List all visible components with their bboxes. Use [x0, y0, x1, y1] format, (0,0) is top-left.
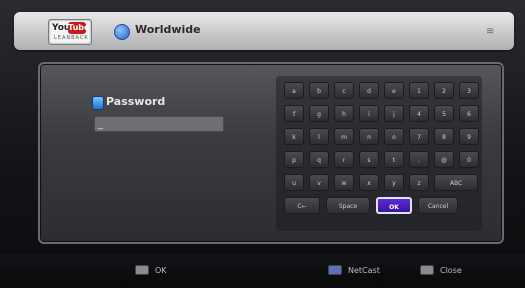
key-3[interactable]: 3 [459, 82, 479, 99]
key-e[interactable]: e [384, 82, 404, 99]
key-b[interactable]: b [309, 82, 329, 99]
key-w[interactable]: w [334, 174, 354, 191]
key-1[interactable]: 1 [409, 82, 429, 99]
ok-key-icon [135, 265, 149, 275]
key-abc[interactable]: ABC [434, 174, 478, 191]
key-n[interactable]: n [359, 128, 379, 145]
key-s[interactable]: s [359, 151, 379, 168]
key-6[interactable]: 6 [459, 105, 479, 122]
key-q[interactable]: q [309, 151, 329, 168]
key-8[interactable]: 8 [434, 128, 454, 145]
key-v[interactable]: v [309, 174, 329, 191]
key-cancel[interactable]: Cancel [418, 197, 458, 214]
key-k[interactable]: k [284, 128, 304, 145]
key-2[interactable]: 2 [434, 82, 454, 99]
footer-netcast[interactable]: NetCast [328, 264, 380, 276]
key-o[interactable]: o [384, 128, 404, 145]
key-0[interactable]: 0 [459, 151, 479, 168]
key-f[interactable]: f [284, 105, 304, 122]
key-m[interactable]: m [334, 128, 354, 145]
key-p[interactable]: p [284, 151, 304, 168]
youtube-logo-sub: LEANBACK [54, 35, 89, 41]
key-a[interactable]: a [284, 82, 304, 99]
blue-key-icon [328, 265, 342, 275]
key-space[interactable]: Space [326, 197, 370, 214]
globe-icon [114, 24, 130, 40]
key-c[interactable]: c [334, 82, 354, 99]
key-u[interactable]: u [284, 174, 304, 191]
key-9[interactable]: 9 [459, 128, 479, 145]
key-c[interactable]: C← [284, 197, 320, 214]
tv-screen: You Tube LEANBACK Worldwide ≋ Password _… [0, 0, 525, 288]
password-dialog: Password _ abcde123 fghij456 klmno789 pqrst… [38, 62, 504, 244]
footer-close-label: Close [440, 265, 462, 275]
key-y[interactable]: y [384, 174, 404, 191]
youtube-logo: You Tube LEANBACK [48, 19, 92, 45]
password-input[interactable]: _ [94, 116, 224, 132]
key-t[interactable]: t [384, 151, 404, 168]
region-label: Worldwide [135, 23, 201, 36]
key-l[interactable]: l [309, 128, 329, 145]
footer-ok-label: OK [155, 265, 167, 275]
key-x[interactable]: x [359, 174, 379, 191]
password-label: Password [106, 95, 166, 108]
key-4[interactable]: 4 [409, 105, 429, 122]
key-d[interactable]: d [359, 82, 379, 99]
footer-close[interactable]: Close [420, 264, 462, 276]
key-sym3-5[interactable]: . [409, 151, 429, 168]
top-bar: You Tube LEANBACK Worldwide ≋ [14, 12, 514, 50]
key-j[interactable]: j [384, 105, 404, 122]
key-5[interactable]: 5 [434, 105, 454, 122]
footer-netcast-label: NetCast [348, 265, 380, 275]
footer-ok[interactable]: OK [135, 264, 167, 276]
key-r[interactable]: r [334, 151, 354, 168]
key-icon [92, 96, 104, 110]
key-g[interactable]: g [309, 105, 329, 122]
key-sym3-6[interactable]: @ [434, 151, 454, 168]
antenna-icon: ≋ [486, 26, 495, 37]
key-7[interactable]: 7 [409, 128, 429, 145]
footer-bar: OK NetCast Close [0, 254, 525, 288]
key-ok[interactable]: OK [376, 197, 412, 214]
key-i[interactable]: i [359, 105, 379, 122]
key-h[interactable]: h [334, 105, 354, 122]
key-z[interactable]: z [409, 174, 429, 191]
youtube-logo-tube: Tube [68, 22, 90, 34]
on-screen-keyboard: a b c d e 1 2 3 f g h i j 4 5 6 k l m n o 7 8 9 p q r s t. @0 u v w x y z AB… [276, 76, 482, 231]
back-key-icon [420, 265, 434, 275]
